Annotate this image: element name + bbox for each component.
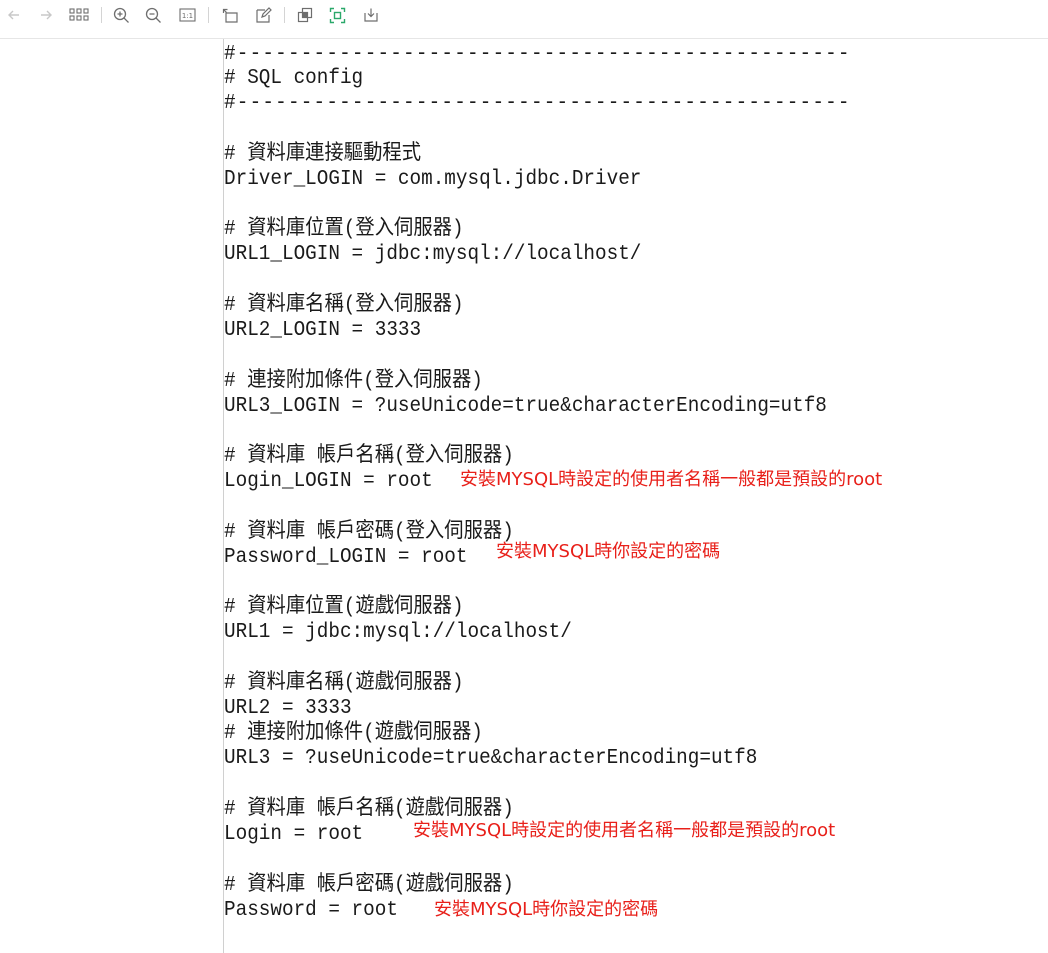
login-annotation: 安裝MYSQL時設定的使用者名稱一般都是預設的root	[413, 820, 836, 841]
code-comment: # 資料庫連接驅動程式	[224, 143, 422, 166]
one-to-one-icon: 1:1	[178, 8, 196, 22]
code-setting: Login = root	[224, 823, 364, 846]
ocr-button[interactable]	[327, 5, 347, 25]
code-comment-rule: #---------------------------------------…	[224, 43, 851, 66]
arrow-right-icon	[41, 10, 52, 20]
code-comment: # 資料庫位置(登入伺服器)	[224, 218, 464, 241]
toolbar-divider	[208, 7, 209, 23]
code-setting: Password = root	[224, 899, 398, 922]
rotate-icon	[222, 8, 238, 23]
code-setting: Driver_LOGIN = com.mysql.jdbc.Driver	[224, 168, 642, 191]
save-button[interactable]	[361, 5, 381, 25]
zoom-in-button[interactable]	[111, 5, 131, 25]
code-setting: URL2_LOGIN = 3333	[224, 319, 422, 342]
copy-icon	[297, 7, 313, 23]
code-comment: # 資料庫 帳戶名稱(登入伺服器)	[224, 445, 514, 468]
code-comment: # 資料庫 帳戶密碼(遊戲伺服器)	[224, 874, 514, 897]
config-file-image: #---------------------------------------…	[223, 39, 1024, 953]
toolbar-divider	[101, 7, 102, 23]
code-setting: URL3_LOGIN = ?useUnicode=true&characterE…	[224, 395, 827, 418]
code-comment: # 資料庫名稱(遊戲伺服器)	[224, 672, 464, 695]
code-setting: Password_LOGIN = root	[224, 546, 468, 569]
code-comment: # 資料庫位置(遊戲伺服器)	[224, 596, 464, 619]
zoom-out-icon	[145, 7, 161, 23]
edit-icon	[255, 6, 272, 23]
code-comment: # 連接附加條件(登入伺服器)	[224, 370, 483, 393]
code-setting: Login_LOGIN = root	[224, 470, 433, 493]
code-comment: # 資料庫 帳戶名稱(遊戲伺服器)	[224, 798, 514, 821]
code-setting: URL2 = 3333	[224, 697, 352, 720]
code-comment-rule: #---------------------------------------…	[224, 92, 851, 115]
actual-size-label: 1:1	[181, 12, 192, 20]
grid-icon	[69, 8, 89, 21]
arrow-left-icon	[8, 10, 19, 20]
edit-button[interactable]	[253, 5, 273, 25]
toolbar-divider	[284, 7, 285, 23]
code-setting: URL3 = ?useUnicode=true&characterEncodin…	[224, 747, 758, 770]
actual-size-button[interactable]: 1:1	[177, 5, 197, 25]
download-icon	[364, 8, 378, 22]
login-login-annotation: 安裝MYSQL時設定的使用者名稱一般都是預設的root	[460, 469, 883, 490]
zoom-in-icon	[113, 7, 129, 23]
code-section-title: # SQL config	[224, 67, 364, 90]
copy-button[interactable]	[295, 5, 315, 25]
code-comment: # 資料庫 帳戶密碼(登入伺服器)	[224, 521, 514, 544]
code-comment: # 連接附加條件(遊戲伺服器)	[224, 722, 483, 745]
zoom-out-button[interactable]	[143, 5, 163, 25]
code-comment: # 資料庫名稱(登入伺服器)	[224, 294, 464, 317]
scan-icon	[329, 7, 345, 23]
rotate-button[interactable]	[220, 5, 240, 25]
thumbnails-button[interactable]	[69, 5, 89, 25]
back-button[interactable]	[4, 5, 24, 25]
code-setting: URL1_LOGIN = jdbc:mysql://localhost/	[224, 243, 642, 266]
forward-button[interactable]	[36, 5, 56, 25]
password-login-annotation: 安裝MYSQL時你設定的密碼	[496, 541, 721, 562]
password-annotation: 安裝MYSQL時你設定的密碼	[434, 899, 659, 920]
viewer-toolbar: 1:1	[0, 0, 1048, 30]
code-setting: URL1 = jdbc:mysql://localhost/	[224, 621, 572, 644]
